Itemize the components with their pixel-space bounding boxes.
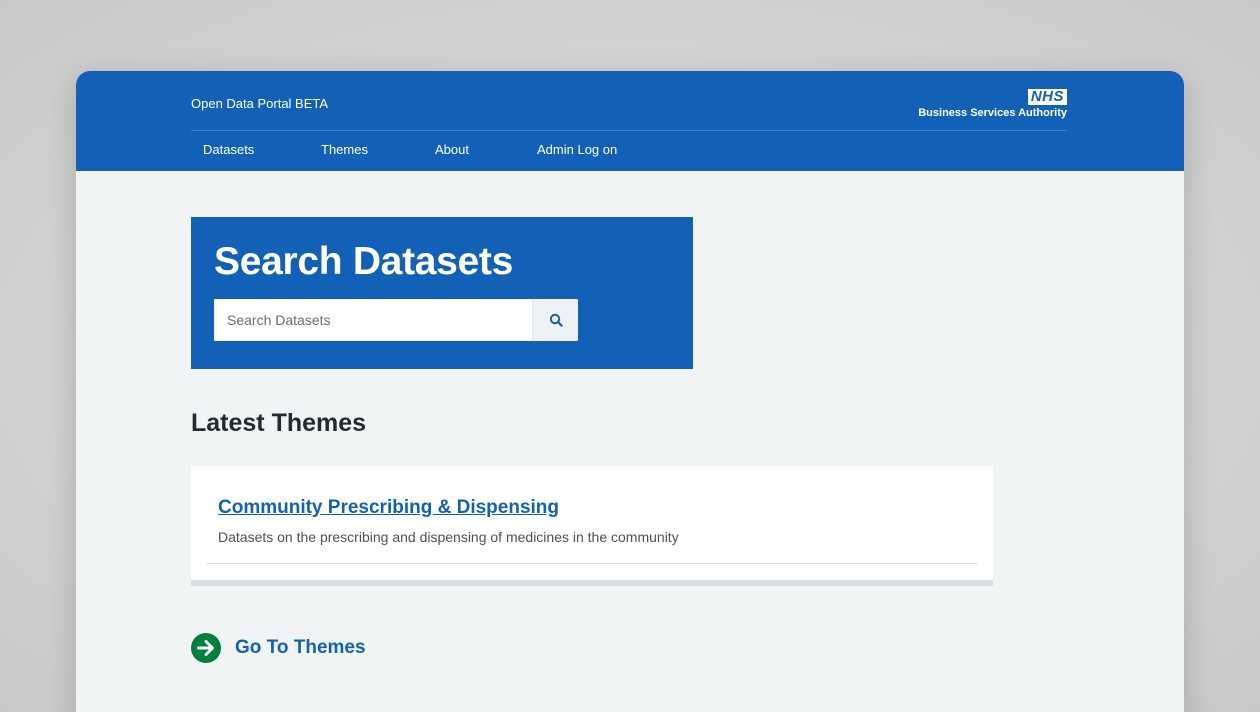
- brand-row: Open Data Portal BETA NHS Business Servi…: [191, 71, 1067, 131]
- main-nav: Datasets Themes About Admin Log on: [203, 142, 657, 157]
- go-to-themes-link[interactable]: Go To Themes: [191, 633, 366, 663]
- nhs-badge: NHS: [1027, 89, 1067, 105]
- nav-item-admin-log-on[interactable]: Admin Log on: [537, 142, 657, 157]
- portal-title[interactable]: Open Data Portal BETA: [191, 96, 328, 111]
- latest-themes-heading: Latest Themes: [191, 409, 367, 437]
- search-box: [214, 299, 578, 341]
- site-header: Open Data Portal BETA NHS Business Servi…: [76, 71, 1184, 171]
- nhs-org-name: Business Services Authority: [918, 107, 1067, 119]
- theme-link[interactable]: Community Prescribing & Dispensing: [218, 497, 559, 519]
- theme-description: Datasets on the prescribing and dispensi…: [218, 529, 679, 545]
- nhs-bsa-logo[interactable]: NHS Business Services Authority: [918, 88, 1067, 119]
- search-panel: Search Datasets: [191, 217, 693, 369]
- theme-card: Community Prescribing & Dispensing Datas…: [191, 466, 993, 586]
- arrow-right-circle-icon: [191, 633, 221, 663]
- nav-item-themes[interactable]: Themes: [321, 142, 435, 157]
- search-title: Search Datasets: [214, 240, 514, 283]
- go-to-themes-label: Go To Themes: [235, 637, 366, 658]
- search-icon: [549, 313, 563, 327]
- nav-item-about[interactable]: About: [435, 142, 537, 157]
- search-input[interactable]: [214, 299, 532, 341]
- search-button[interactable]: [532, 299, 578, 341]
- browser-window: Open Data Portal BETA NHS Business Servi…: [76, 71, 1184, 712]
- nav-item-datasets[interactable]: Datasets: [203, 142, 321, 157]
- theme-divider: [206, 563, 978, 564]
